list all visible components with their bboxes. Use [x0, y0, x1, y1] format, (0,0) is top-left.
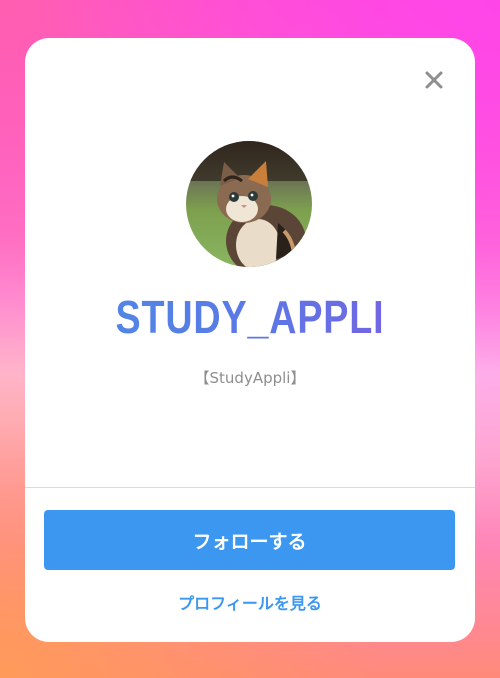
avatar: [186, 141, 312, 267]
profile-popup-card: STUDY_APPLI 【StudyAppli】 フォローする プロフィールを見…: [25, 38, 475, 642]
profile-display-name: 【StudyAppli】: [194, 369, 306, 387]
view-profile-link[interactable]: プロフィールを見る: [25, 590, 475, 614]
divider: [25, 487, 475, 488]
profile-username: STUDY_APPLI: [66, 290, 435, 344]
follow-button[interactable]: フォローする: [44, 510, 455, 570]
close-icon[interactable]: [423, 69, 445, 91]
